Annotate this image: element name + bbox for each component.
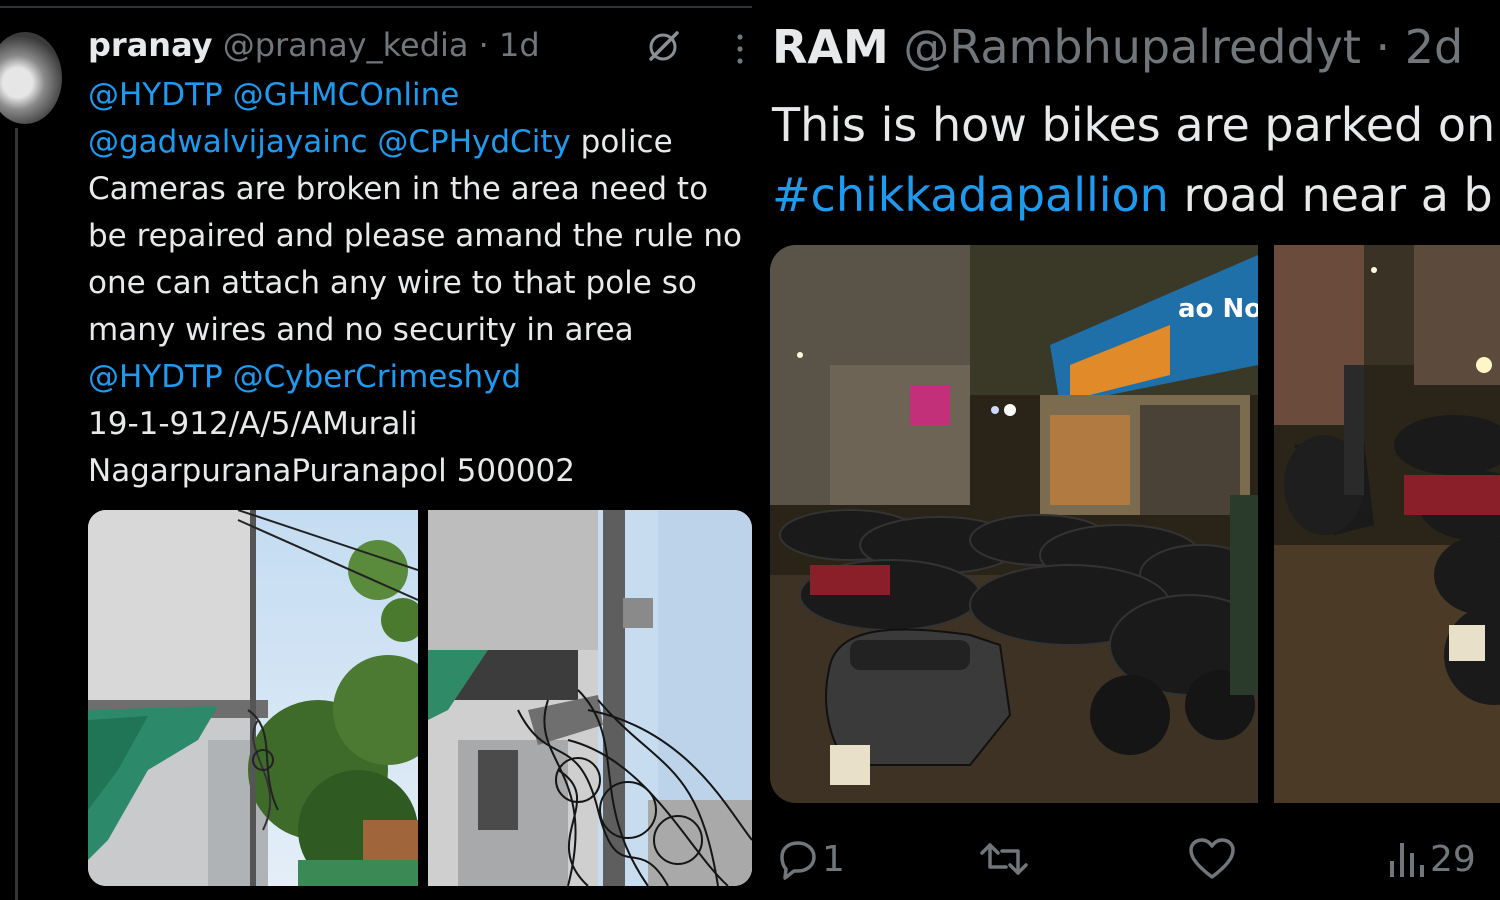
like-button[interactable] <box>1186 835 1238 883</box>
mention-link[interactable]: @gadwalvijayainc @CPHydCity <box>88 124 571 160</box>
hashtag-link[interactable]: #chikkadapallion <box>772 168 1169 222</box>
user-handle[interactable]: @pranay_kedia <box>223 26 469 64</box>
panel-divider <box>752 0 762 900</box>
tweet-actions: 1 29 <box>762 835 1500 895</box>
shop-sign-text: ao No <box>1178 294 1258 324</box>
grok-slash-icon[interactable] <box>644 28 682 66</box>
tweet-photo-parked-bikes[interactable]: ao No <box>770 245 1258 803</box>
reply-count: 1 <box>822 838 845 880</box>
tweet-text-segment: road near a b <box>1168 168 1493 222</box>
tweet-header: RAM @Rambhupalreddyt · 2d <box>772 20 1463 74</box>
tweet-text-segment: police <box>570 124 673 160</box>
tweet-text: This is how bikes are parked on #chikkada… <box>772 90 1495 230</box>
mention-link[interactable]: @HYDTP @CyberCrimeshyd <box>88 359 521 395</box>
tweet-text-segment: This is how bikes are parked on <box>772 98 1496 152</box>
tweet-header: pranay @pranay_kedia · 1d <box>88 26 540 64</box>
tweet-text-line: This is how bikes are parked on <box>772 90 1495 160</box>
retweet-icon <box>980 843 1028 875</box>
timestamp[interactable]: 2d <box>1405 20 1463 74</box>
tweet-text-line: #chikkadapallion road near a b <box>772 160 1495 230</box>
user-handle[interactable]: @Rambhupalreddyt <box>903 20 1360 74</box>
tweet-text-line: @gadwalvijayainc @CPHydCity police <box>88 119 752 166</box>
tweet-text-segment: Cameras are broken in the area need to <box>88 171 709 207</box>
display-name[interactable]: pranay <box>88 26 213 64</box>
tweet-text-line: many wires and no security in area <box>88 307 752 354</box>
tweet-text-line: one can attach any wire to that pole so <box>88 260 752 307</box>
separator-dot: · <box>478 26 489 64</box>
tweet-photo-camera-pole[interactable] <box>428 510 752 886</box>
tweet-text-segment: many wires and no security in area <box>88 312 634 348</box>
tweet-text-line: Cameras are broken in the area need to <box>88 166 752 213</box>
tweet-photo-street-bikes[interactable] <box>1274 245 1500 803</box>
tweet-text: @HYDTP @GHMCOnline @gadwalvijayainc @CPHy… <box>88 72 752 495</box>
heart-icon <box>1189 838 1235 879</box>
mention-link[interactable]: @HYDTP @GHMCOnline <box>88 77 459 113</box>
reply-icon <box>780 841 816 880</box>
tweet-text-line: @HYDTP @GHMCOnline <box>88 72 752 119</box>
tweet-text-line: be repaired and please amand the rule no <box>88 213 752 260</box>
right-tweet: RAM @Rambhupalreddyt · 2d This is how bi… <box>762 0 1500 900</box>
views-button[interactable]: 29 <box>1386 835 1476 883</box>
tweet-text-segment: NagarpuranaPuranapol 500002 <box>88 453 575 489</box>
display-name[interactable]: RAM <box>772 20 889 74</box>
separator-dot: · <box>1375 20 1391 74</box>
views-count: 29 <box>1430 838 1476 880</box>
tweet-photo-wires-building[interactable] <box>88 510 418 886</box>
reply-button[interactable]: 1 <box>774 835 845 883</box>
top-divider <box>0 6 752 8</box>
tweet-text-segment: one can attach any wire to that pole so <box>88 265 697 301</box>
avatar[interactable] <box>0 32 62 124</box>
more-vertical-icon[interactable] <box>734 32 746 66</box>
timestamp[interactable]: 1d <box>499 26 540 64</box>
left-tweet: pranay @pranay_kedia · 1d @HYDTP @GHMCOn… <box>0 0 752 900</box>
tweet-text-segment: be repaired and please amand the rule no <box>88 218 742 254</box>
tweet-text-line: 19-1-912/A/5/AMurali <box>88 401 752 448</box>
tweet-text-segment: 19-1-912/A/5/AMurali <box>88 406 418 442</box>
thread-line <box>15 128 18 900</box>
tweet-text-line: NagarpuranaPuranapol 500002 <box>88 448 752 495</box>
tweet-text-line: @HYDTP @CyberCrimeshyd <box>88 354 752 401</box>
analytics-bars-icon <box>1390 843 1424 877</box>
retweet-button[interactable] <box>976 835 1032 883</box>
